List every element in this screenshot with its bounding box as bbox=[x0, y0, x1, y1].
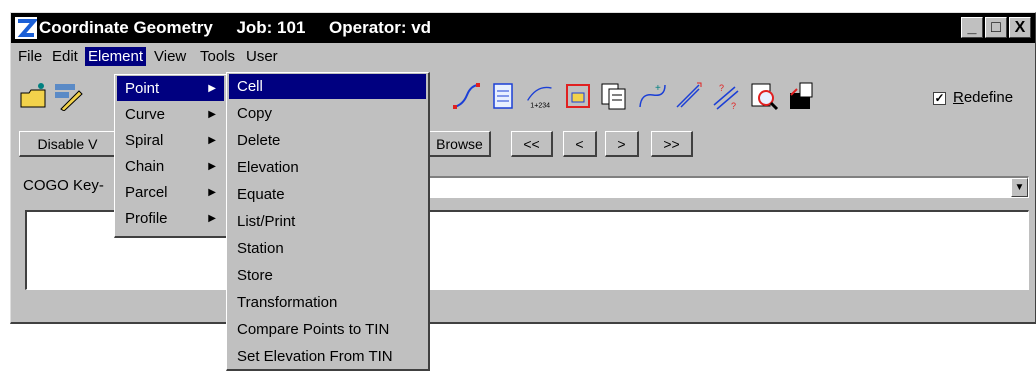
menu-item-profile[interactable]: Profile ▶ bbox=[117, 206, 224, 231]
submenu-arrow-icon: ▶ bbox=[208, 83, 216, 94]
cogo-keyin-label: COGO Key- bbox=[23, 177, 104, 194]
menu-item-set-elevation-from-tin[interactable]: Set Elevation From TIN bbox=[229, 344, 426, 369]
menu-item-parcel[interactable]: Parcel ▶ bbox=[117, 180, 224, 205]
menu-item-elevation[interactable]: Elevation bbox=[229, 155, 426, 180]
copy-document-icon[interactable] bbox=[599, 81, 629, 111]
app-logo-icon bbox=[15, 17, 37, 39]
window-title: Coordinate Geometry Job: 101 Operator: v… bbox=[39, 18, 432, 37]
document-icon[interactable] bbox=[489, 81, 519, 111]
menu-item-chain[interactable]: Chain ▶ bbox=[117, 154, 224, 179]
cogo-keyin-combobox[interactable]: ▼ bbox=[427, 176, 1029, 198]
menu-tools[interactable]: Tools bbox=[197, 47, 238, 66]
station-icon[interactable]: 1+234 bbox=[525, 81, 555, 111]
previous-button[interactable]: < bbox=[563, 131, 597, 157]
submenu-arrow-icon: ▶ bbox=[208, 109, 216, 120]
menu-item-delete[interactable]: Delete bbox=[229, 128, 426, 153]
menu-item-curve[interactable]: Curve ▶ bbox=[117, 102, 224, 127]
browse-button[interactable]: Browse bbox=[429, 131, 491, 157]
menu-item-point[interactable]: Point ▶ bbox=[117, 76, 224, 101]
close-button[interactable]: X bbox=[1009, 17, 1031, 38]
menu-item-cell[interactable]: Cell bbox=[229, 74, 426, 99]
svg-text:1+234: 1+234 bbox=[530, 102, 550, 109]
menu-item-compare-points-to-tin[interactable]: Compare Points to TIN bbox=[229, 317, 426, 342]
open-folder-icon[interactable] bbox=[19, 81, 49, 111]
svg-text:+: + bbox=[655, 83, 661, 94]
redefine-label[interactable]: Redefine bbox=[953, 89, 1013, 106]
svg-text:?: ? bbox=[731, 101, 736, 111]
menu-file[interactable]: File bbox=[15, 47, 45, 66]
submenu-arrow-icon: ▶ bbox=[208, 213, 216, 224]
menu-view[interactable]: View bbox=[151, 47, 189, 66]
curve-point-icon[interactable]: + bbox=[637, 81, 667, 111]
edit-pencil-icon[interactable] bbox=[53, 81, 83, 111]
intersect-icon[interactable]: ? ? bbox=[711, 81, 741, 111]
menu-item-transformation[interactable]: Transformation bbox=[229, 290, 426, 315]
menu-item-copy[interactable]: Copy bbox=[229, 101, 426, 126]
maximize-button[interactable]: □ bbox=[985, 17, 1007, 38]
menu-item-station[interactable]: Station bbox=[229, 236, 426, 261]
point-submenu: Cell Copy Delete Elevation Equate List/P… bbox=[226, 72, 430, 371]
distance-icon[interactable] bbox=[673, 81, 703, 111]
redefine-checkbox[interactable]: ✓ bbox=[933, 92, 946, 105]
last-button[interactable]: >> bbox=[651, 131, 693, 157]
line-curve-icon[interactable] bbox=[451, 81, 481, 111]
zoom-inspect-icon[interactable] bbox=[749, 81, 779, 111]
element-menu: Point ▶ Curve ▶ Spiral ▶ Chain ▶ Parcel ▶ Pro… bbox=[114, 74, 228, 238]
title-bar[interactable]: Coordinate Geometry Job: 101 Operator: v… bbox=[11, 13, 1035, 43]
next-button[interactable]: > bbox=[605, 131, 639, 157]
submenu-arrow-icon: ▶ bbox=[208, 161, 216, 172]
menu-item-spiral[interactable]: Spiral ▶ bbox=[117, 128, 224, 153]
submenu-arrow-icon: ▶ bbox=[208, 187, 216, 198]
first-button[interactable]: << bbox=[511, 131, 553, 157]
menu-user[interactable]: User bbox=[243, 47, 281, 66]
import-icon[interactable] bbox=[787, 81, 817, 111]
menu-element[interactable]: Element bbox=[85, 47, 147, 66]
menu-edit[interactable]: Edit bbox=[49, 47, 81, 66]
parcel-icon[interactable] bbox=[563, 81, 593, 111]
dropdown-arrow-icon[interactable]: ▼ bbox=[1011, 178, 1028, 197]
menu-item-store[interactable]: Store bbox=[229, 263, 426, 288]
menu-bar: File Edit Element View Tools User bbox=[11, 44, 1035, 68]
minimize-button[interactable]: _ bbox=[961, 17, 983, 38]
menu-item-list-print[interactable]: List/Print bbox=[229, 209, 426, 234]
menu-item-equate[interactable]: Equate bbox=[229, 182, 426, 207]
submenu-arrow-icon: ▶ bbox=[208, 135, 216, 146]
svg-text:?: ? bbox=[719, 83, 724, 93]
disable-button[interactable]: Disable V bbox=[19, 131, 117, 157]
